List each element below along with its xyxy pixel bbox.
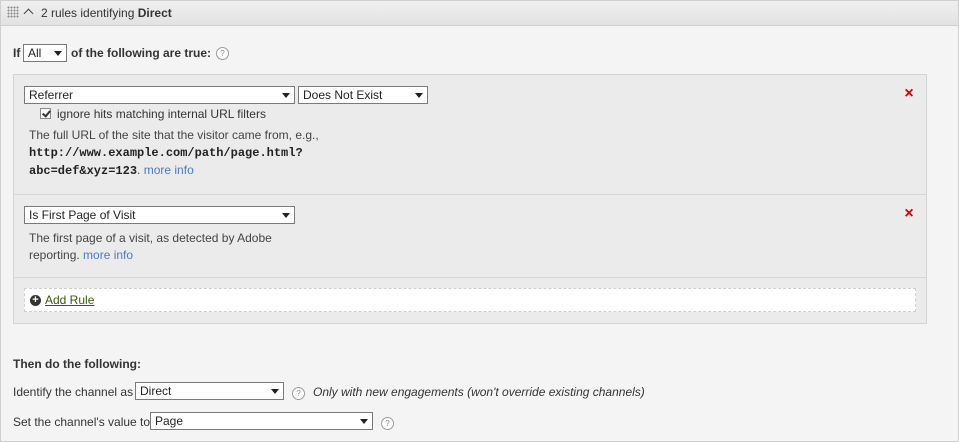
- rule-divider: [14, 277, 926, 278]
- chevron-down-icon: [360, 419, 368, 424]
- channel-value-select[interactable]: Page: [150, 412, 373, 430]
- identify-note: Only with new engagements (won't overrid…: [313, 385, 645, 399]
- plus-circle-icon[interactable]: +: [30, 295, 41, 306]
- drag-handle-icon[interactable]: [7, 6, 19, 18]
- channel-rules-panel: 2 rules identifying Direct If All of the…: [0, 0, 959, 442]
- close-icon[interactable]: ×: [903, 86, 915, 102]
- rule-1-desc-end: .: [137, 163, 141, 177]
- header-channel: Direct: [137, 6, 172, 20]
- ignore-internal-label: ignore hits matching internal URL filter…: [57, 107, 266, 121]
- channel-value-value: Page: [155, 414, 184, 428]
- rule-2-more-info-link[interactable]: more info: [83, 248, 133, 262]
- rule-1-field-value: Referrer: [29, 88, 74, 102]
- help-icon[interactable]: ?: [381, 417, 394, 430]
- rule-1-more-info-link[interactable]: more info: [144, 163, 194, 177]
- header-prefix: 2 rules identifying: [41, 6, 135, 20]
- chevron-down-icon: [54, 51, 62, 56]
- rule-1-desc-code-2: abc=def&xyz=123: [29, 164, 138, 178]
- identify-channel-select[interactable]: Direct: [135, 382, 284, 400]
- channel-value-label: Set the channel's value to: [13, 415, 151, 429]
- chevron-down-icon: [282, 213, 290, 218]
- rule-1-description: The full URL of the site that the visito…: [29, 127, 349, 180]
- chevron-down-icon: [282, 93, 290, 98]
- rule-2-field-value: Is First Page of Visit: [29, 208, 136, 222]
- panel-title[interactable]: 2 rules identifying Direct: [41, 6, 172, 20]
- rule-1-desc-text: The full URL of the site that the visito…: [29, 128, 319, 142]
- rule-divider: [14, 194, 926, 195]
- match-type-value: All: [28, 46, 42, 60]
- help-icon[interactable]: ?: [292, 387, 305, 400]
- checkmark-icon: [42, 108, 51, 118]
- help-icon[interactable]: ?: [216, 47, 229, 60]
- ignore-internal-checkbox[interactable]: [40, 108, 51, 119]
- rule-2-desc-line-2: reporting.: [29, 248, 80, 262]
- rule-2-field-select[interactable]: Is First Page of Visit: [24, 206, 295, 224]
- rule-1-field-select[interactable]: Referrer: [24, 86, 295, 104]
- match-type-select[interactable]: All: [23, 44, 67, 62]
- if-label: If: [13, 46, 21, 60]
- rules-container: Referrer Does Not Exist × ignore hits ma…: [13, 74, 927, 324]
- condition-suffix: of the following are true:: [71, 46, 211, 60]
- rule-2-description: The first page of a visit, as detected b…: [29, 230, 329, 264]
- chevron-down-icon: [415, 93, 423, 98]
- panel-header: 2 rules identifying Direct: [1, 1, 958, 26]
- rule-2-desc-line-1: The first page of a visit, as detected b…: [29, 231, 272, 245]
- chevron-down-icon: [271, 389, 279, 394]
- rule-1-operator-select[interactable]: Does Not Exist: [298, 86, 428, 104]
- add-rule-row: + Add Rule: [24, 288, 916, 312]
- identify-channel-value: Direct: [140, 384, 172, 398]
- chevron-up-icon[interactable]: [23, 8, 34, 19]
- rule-1-desc-code-1: http://www.example.com/path/page.html?: [29, 146, 303, 160]
- identify-channel-label: Identify the channel as: [13, 385, 134, 399]
- then-title: Then do the following:: [13, 357, 141, 371]
- add-rule-link[interactable]: Add Rule: [45, 293, 94, 307]
- close-icon[interactable]: ×: [903, 206, 915, 222]
- rule-1-operator-value: Does Not Exist: [303, 88, 383, 102]
